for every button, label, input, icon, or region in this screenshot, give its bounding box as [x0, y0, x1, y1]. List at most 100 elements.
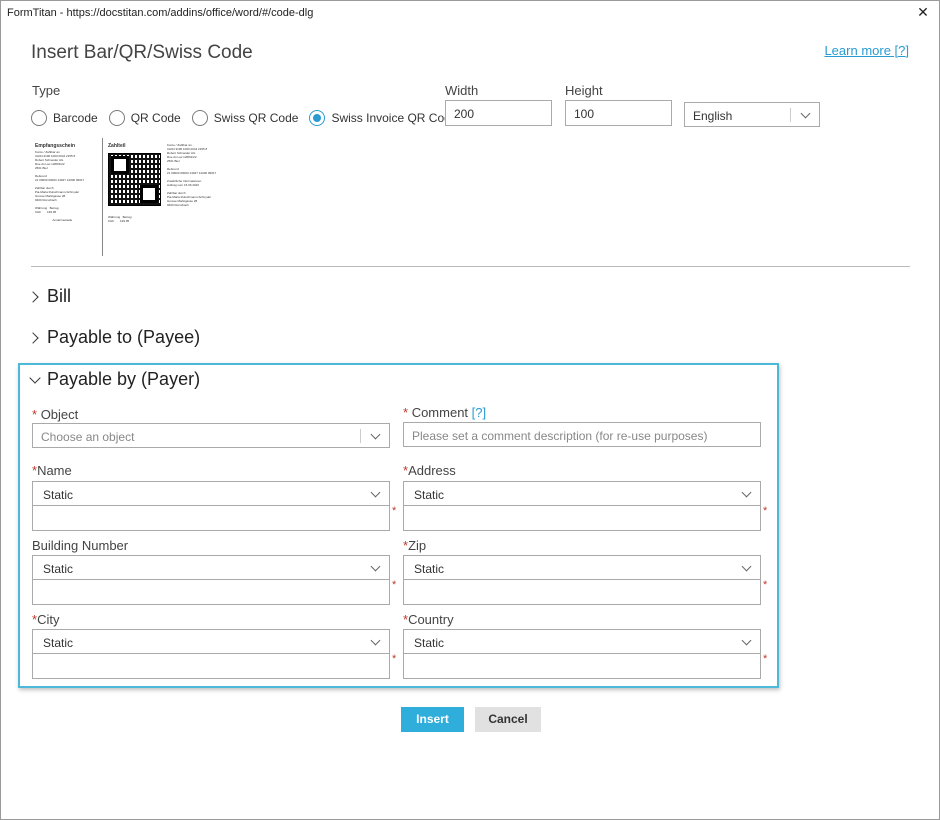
- learn-more-link[interactable]: Learn more [?]: [824, 43, 909, 58]
- language-select[interactable]: English: [684, 102, 820, 127]
- object-placeholder: Choose an object: [41, 430, 135, 444]
- dialog-heading: Insert Bar/QR/Swiss Code: [31, 42, 253, 63]
- required-mark: *: [763, 579, 768, 591]
- radio-circle[interactable]: [108, 110, 125, 126]
- building-number-label: Building Number: [32, 538, 129, 553]
- section-payee-header[interactable]: Payable to (Payee): [27, 327, 200, 348]
- chevron-down-icon: [27, 372, 43, 388]
- select-divider: [790, 108, 791, 122]
- chevron-down-icon: [741, 635, 752, 646]
- zip-input[interactable]: [403, 580, 761, 605]
- select-divider: [360, 429, 361, 443]
- height-label: Height: [565, 83, 603, 98]
- comment-label-text: Comment: [411, 405, 469, 420]
- chevron-down-icon: [741, 487, 752, 498]
- radio-barcode[interactable]: Barcode: [31, 110, 98, 126]
- type-label: Type: [32, 83, 61, 98]
- qr-code-image: [108, 153, 161, 206]
- zip-label: *Zip: [403, 538, 426, 553]
- zip-label-text: Zip: [408, 538, 427, 553]
- name-input[interactable]: [32, 506, 390, 531]
- section-title: Bill: [47, 286, 72, 306]
- select-value: Static: [43, 636, 74, 650]
- city-source-select[interactable]: Static: [32, 629, 390, 654]
- width-input[interactable]: 200: [445, 100, 552, 126]
- chevron-down-icon: [370, 561, 381, 572]
- receipt-title: Empfangsschein: [35, 143, 76, 149]
- radio-swiss-invoice-qr-code[interactable]: Swiss Invoice QR Code: [309, 110, 457, 126]
- select-value: Static: [43, 562, 74, 576]
- payment-title: Zahlteil: [108, 143, 126, 149]
- qr-bill-preview: Empfangsschein Konto / Zahlbar an CH64 3…: [33, 138, 263, 258]
- section-title: Payable to (Payee): [47, 327, 201, 347]
- country-label: *Country: [403, 612, 454, 627]
- select-value: Static: [414, 488, 445, 502]
- insert-button[interactable]: Insert: [401, 707, 464, 732]
- preview-divider: [102, 138, 103, 256]
- section-bill-header[interactable]: Bill: [27, 286, 71, 307]
- object-select[interactable]: Choose an object: [32, 423, 390, 448]
- name-label-text: Name: [37, 463, 72, 478]
- name-label: *Name: [32, 463, 72, 478]
- required-mark: *: [763, 653, 768, 665]
- receipt-text: Konto / Zahlbar an CH64 3196 1000 0044 2…: [35, 150, 85, 222]
- select-value: Static: [414, 562, 445, 576]
- country-input[interactable]: [403, 654, 761, 679]
- country-source-select[interactable]: Static: [403, 629, 761, 654]
- comment-placeholder: Please set a comment description (for re…: [412, 429, 708, 443]
- select-value: Static: [414, 636, 445, 650]
- select-value: Static: [43, 488, 74, 502]
- radio-label: QR Code: [130, 111, 181, 125]
- city-label: *City: [32, 612, 59, 627]
- required-mark: *: [403, 405, 409, 420]
- address-input[interactable]: [403, 506, 761, 531]
- radio-label: Barcode: [53, 111, 98, 125]
- required-mark: *: [392, 505, 397, 517]
- radio-circle[interactable]: [191, 110, 208, 126]
- height-input[interactable]: 100: [565, 100, 672, 126]
- address-source-select[interactable]: Static: [403, 481, 761, 506]
- chevron-down-icon: [370, 635, 381, 646]
- comment-input[interactable]: Please set a comment description (for re…: [403, 422, 761, 447]
- name-source-select[interactable]: Static: [32, 481, 390, 506]
- country-label-text: Country: [408, 612, 454, 627]
- section-payer-header[interactable]: Payable by (Payer): [27, 369, 200, 390]
- chevron-down-icon: [370, 487, 381, 498]
- chevron-down-icon: [370, 429, 381, 440]
- zip-source-select[interactable]: Static: [403, 555, 761, 580]
- object-label-text: Object: [40, 407, 79, 422]
- width-label: Width: [445, 83, 479, 98]
- building-number-source-select[interactable]: Static: [32, 555, 390, 580]
- city-label-text: City: [37, 612, 60, 627]
- payment-amount: Währung Betrag CHF 199.95: [108, 215, 132, 223]
- language-value: English: [693, 109, 733, 123]
- payment-text: Konto / Zahlbar an CH64 3196 1000 0044 2…: [167, 143, 217, 207]
- address-label-text: Address: [408, 463, 456, 478]
- chevron-down-icon: [800, 108, 811, 119]
- radio-label: Swiss Invoice QR Code: [331, 111, 458, 125]
- object-label: * Object: [32, 407, 78, 422]
- close-icon[interactable]: ✕: [915, 4, 931, 20]
- required-mark: *: [392, 653, 397, 665]
- dialog-window: FormTitan - https://docstitan.com/addins…: [0, 0, 940, 820]
- section-divider: [31, 266, 910, 267]
- radio-circle-selected[interactable]: [309, 110, 326, 126]
- chevron-down-icon: [741, 561, 752, 572]
- chevron-right-icon: [27, 330, 43, 346]
- radio-qr-code[interactable]: QR Code: [108, 110, 181, 126]
- chevron-right-icon: [27, 289, 43, 305]
- cancel-button[interactable]: Cancel: [475, 707, 541, 732]
- comment-help-link[interactable]: [?]: [472, 405, 486, 420]
- radio-swiss-qr-code[interactable]: Swiss QR Code: [191, 110, 298, 126]
- title-bar: FormTitan - https://docstitan.com/addins…: [1, 1, 939, 25]
- window-title: FormTitan - https://docstitan.com/addins…: [7, 7, 314, 19]
- comment-label: * Comment [?]: [403, 405, 486, 420]
- city-input[interactable]: [32, 654, 390, 679]
- required-mark: *: [392, 579, 397, 591]
- radio-circle[interactable]: [31, 110, 47, 126]
- building-number-input[interactable]: [32, 580, 390, 605]
- section-title: Payable by (Payer): [47, 369, 201, 389]
- required-mark: *: [763, 505, 768, 517]
- address-label: *Address: [403, 463, 456, 478]
- required-mark: *: [32, 407, 38, 422]
